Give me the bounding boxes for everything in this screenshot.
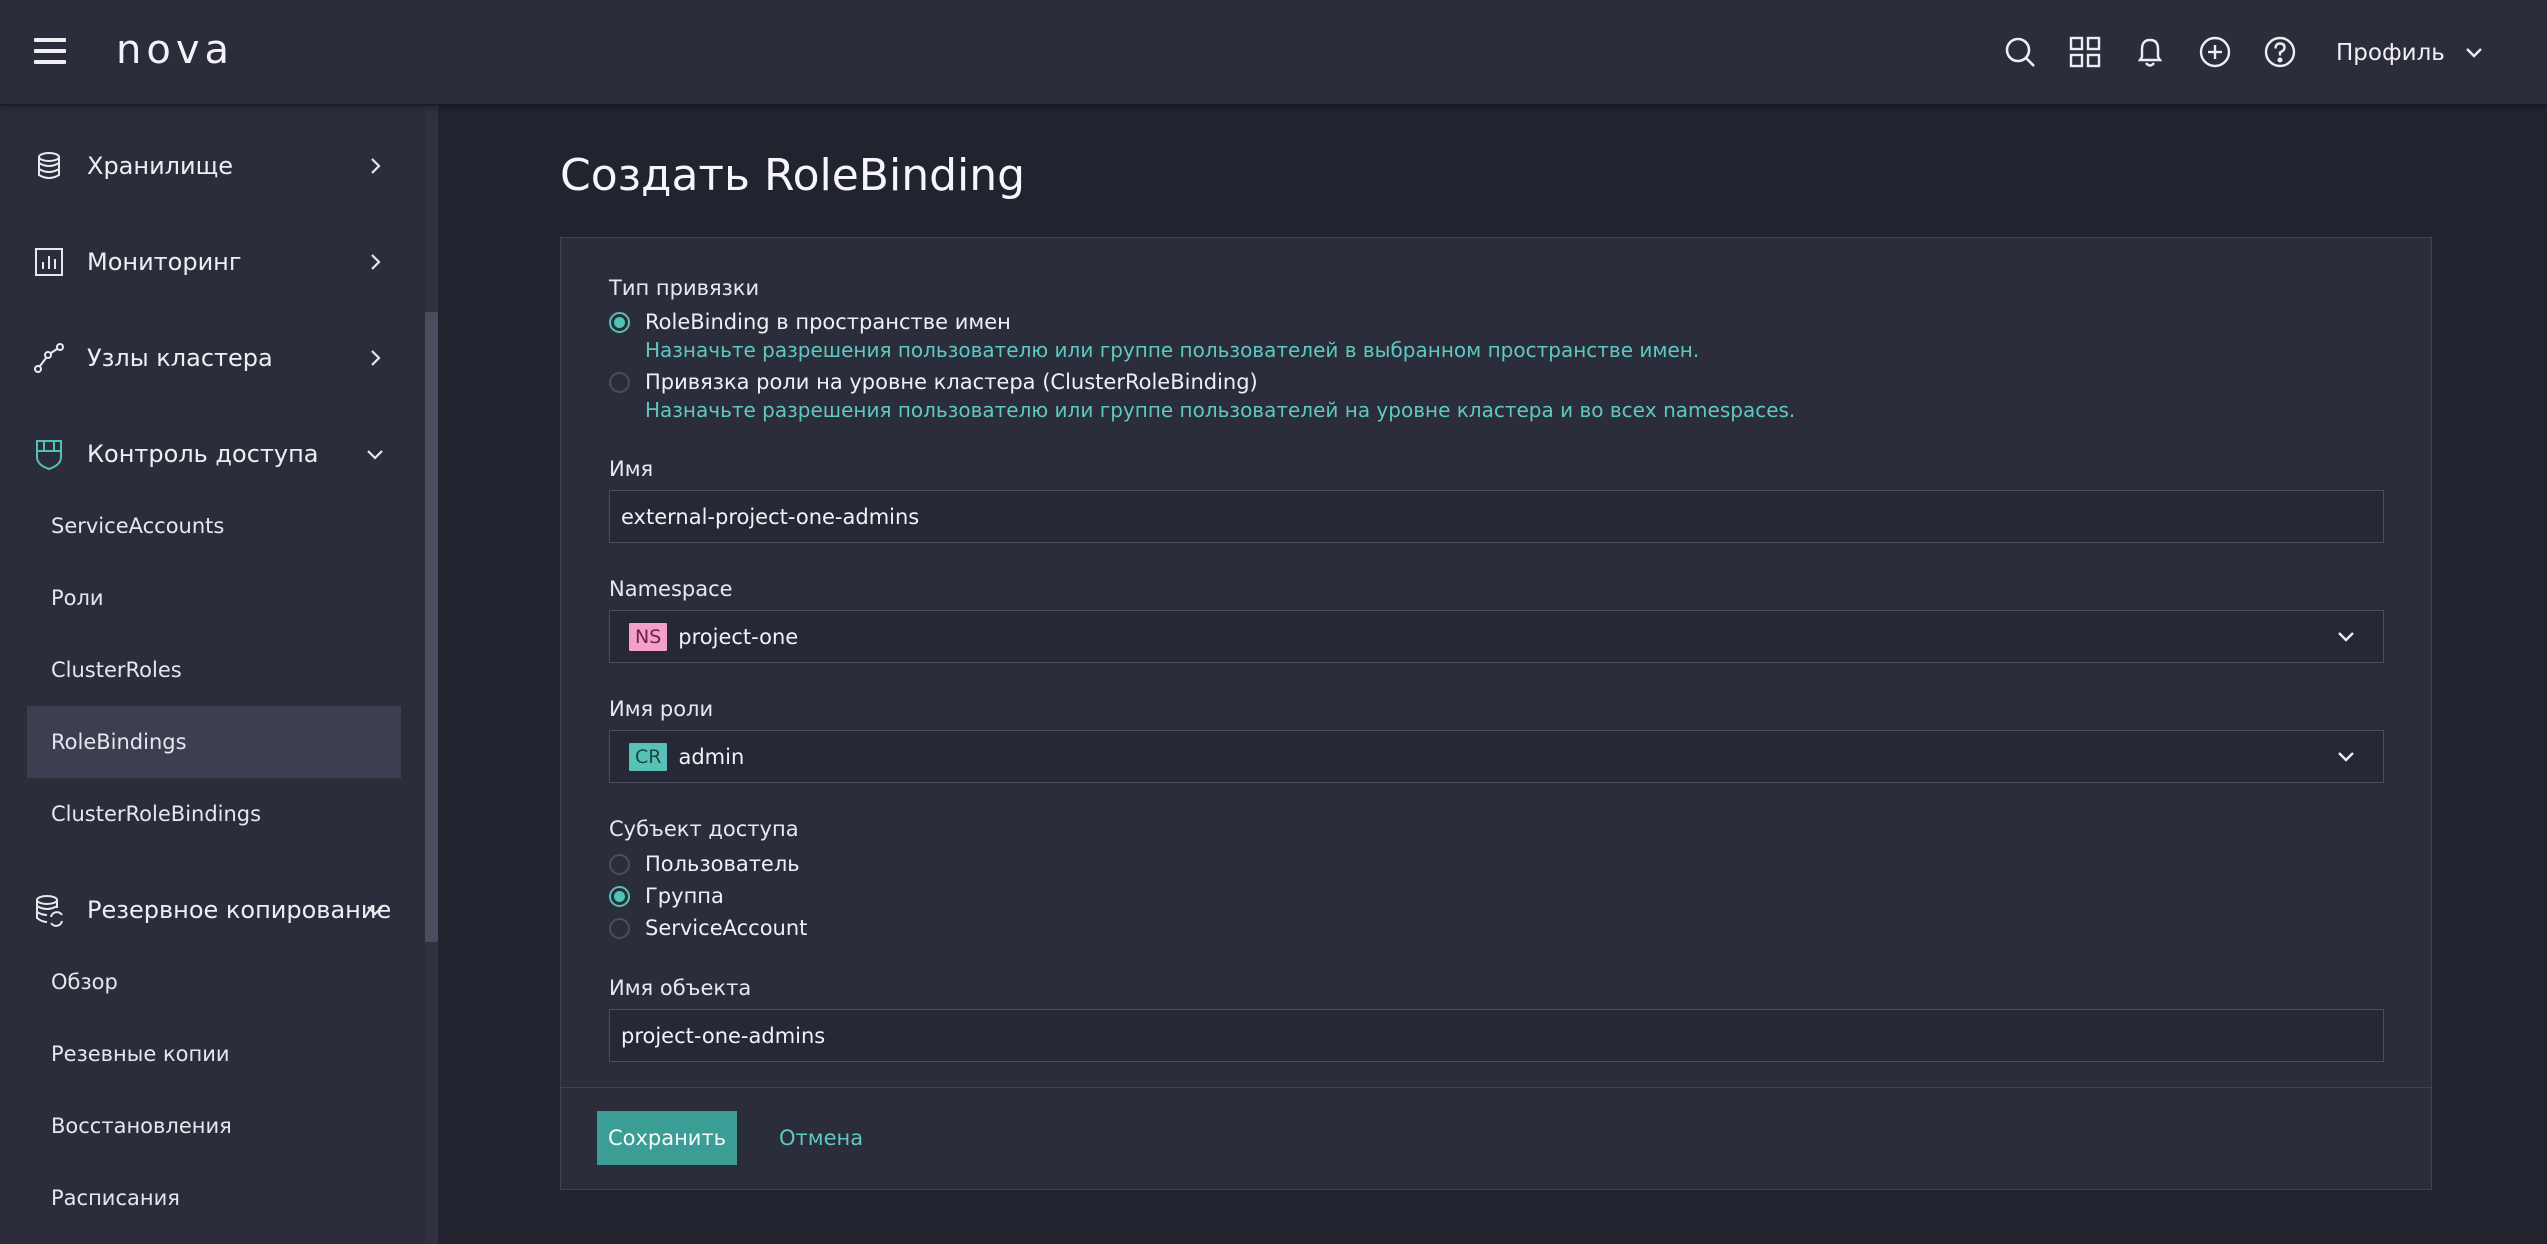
name-field-label: Имя (609, 457, 654, 481)
sidebar-item-schedules[interactable]: Расписания (27, 1162, 401, 1234)
hamburger-menu-icon[interactable] (34, 38, 66, 68)
radio-button[interactable] (609, 917, 630, 939)
role-name-value: admin (678, 744, 745, 769)
namespace-badge: NS (629, 622, 668, 651)
sidebar-group-backup[interactable]: Резервное копирование (0, 880, 410, 940)
top-bar: nova Профиль (0, 0, 2547, 105)
sidebar-group-label: Резервное копирование (87, 896, 392, 924)
chevron-down-icon (2465, 48, 2482, 58)
sidebar-group-label: Хранилище (87, 152, 233, 180)
sidebar-item-clusterrolebindings[interactable]: ClusterRoleBindings (27, 778, 401, 850)
namespace-value: project-one (678, 624, 799, 649)
chevron-down-icon (367, 906, 383, 916)
object-name-input[interactable] (609, 1009, 2384, 1062)
chevron-down-icon (2338, 632, 2354, 642)
page-title: Создать RoleBinding (560, 150, 1026, 201)
clusterrole-badge: CR (629, 742, 668, 771)
subject-group-radio[interactable]: Группа (609, 884, 724, 908)
sidebar-item-roles[interactable]: Роли (27, 562, 401, 634)
database-icon (38, 152, 60, 179)
sidebar-item-restores[interactable]: Восстановления (27, 1090, 401, 1162)
namespace-field-label: Namespace (609, 577, 733, 601)
nova-logo[interactable]: nova (116, 27, 234, 73)
sidebar-group-label: Мониторинг (87, 248, 242, 276)
name-input[interactable] (609, 490, 2384, 543)
cancel-button[interactable]: Отмена (761, 1111, 881, 1165)
chevron-down-icon (367, 450, 383, 460)
radio-label: Пользователь (645, 852, 800, 876)
radio-label: ServiceAccount (645, 916, 808, 940)
backup-database-icon (36, 895, 63, 927)
sidebar-group-cluster-nodes[interactable]: Узлы кластера (0, 328, 410, 388)
sidebar-group-label: Узлы кластера (87, 344, 273, 372)
profile-label: Профиль (2336, 40, 2445, 66)
search-icon[interactable] (2000, 32, 2040, 72)
chart-icon (35, 248, 63, 276)
sidebar-scrollbar-thumb[interactable] (425, 312, 438, 942)
sidebar-item-overview[interactable]: Обзор (27, 946, 401, 1018)
namespace-select[interactable]: NS project-one (609, 610, 2384, 663)
sidebar-group-label: Контроль доступа (87, 440, 319, 468)
subject-serviceaccount-radio[interactable]: ServiceAccount (609, 916, 807, 940)
chevron-right-icon (371, 254, 381, 270)
rolebinding-hint: Назначьте разрешения пользователю или гр… (645, 338, 1700, 362)
profile-menu[interactable]: Профиль (2336, 36, 2485, 70)
binding-type-label: Тип привязки (609, 276, 760, 300)
sidebar-group-monitoring[interactable]: Мониторинг (0, 232, 410, 292)
chevron-right-icon (371, 350, 381, 366)
chevron-down-icon (2338, 752, 2354, 762)
plus-circle-icon[interactable] (2195, 32, 2235, 72)
radio-label: Привязка роли на уровне кластера (Cluste… (645, 370, 1258, 394)
sidebar-group-storage[interactable]: Хранилище (0, 136, 410, 196)
radio-label: RoleBinding в пространстве имен (645, 310, 1011, 334)
subject-user-radio[interactable]: Пользователь (609, 852, 800, 876)
sidebar-item-serviceaccounts[interactable]: ServiceAccounts (27, 490, 401, 562)
role-name-field-label: Имя роли (609, 697, 714, 721)
shield-icon (36, 440, 62, 471)
sidebar-item-backups[interactable]: Резевные копии (27, 1018, 401, 1090)
bell-icon[interactable] (2130, 32, 2170, 72)
help-icon[interactable] (2260, 32, 2300, 72)
apps-grid-icon[interactable] (2065, 32, 2105, 72)
binding-type-clusterrolebinding-radio[interactable]: Привязка роли на уровне кластера (Cluste… (609, 370, 1258, 394)
binding-type-rolebinding-radio[interactable]: RoleBinding в пространстве имен (609, 310, 1011, 334)
nodes-icon (34, 343, 64, 373)
save-button[interactable]: Сохранить (597, 1111, 737, 1165)
chevron-right-icon (371, 158, 381, 174)
radio-label: Группа (645, 884, 724, 908)
sidebar-group-access-control[interactable]: Контроль доступа (0, 424, 410, 484)
radio-button[interactable] (609, 371, 630, 393)
radio-button[interactable] (609, 885, 630, 907)
radio-button[interactable] (609, 853, 630, 875)
clusterrolebinding-hint: Назначьте разрешения пользователю или гр… (645, 398, 1796, 422)
sidebar-item-rolebindings[interactable]: RoleBindings (27, 706, 401, 778)
radio-button[interactable] (609, 311, 630, 333)
role-name-select[interactable]: CR admin (609, 730, 2384, 783)
sidebar-item-clusterroles[interactable]: ClusterRoles (27, 634, 401, 706)
object-name-field-label: Имя объекта (609, 976, 752, 1000)
subject-field-label: Субъект доступа (609, 817, 799, 841)
